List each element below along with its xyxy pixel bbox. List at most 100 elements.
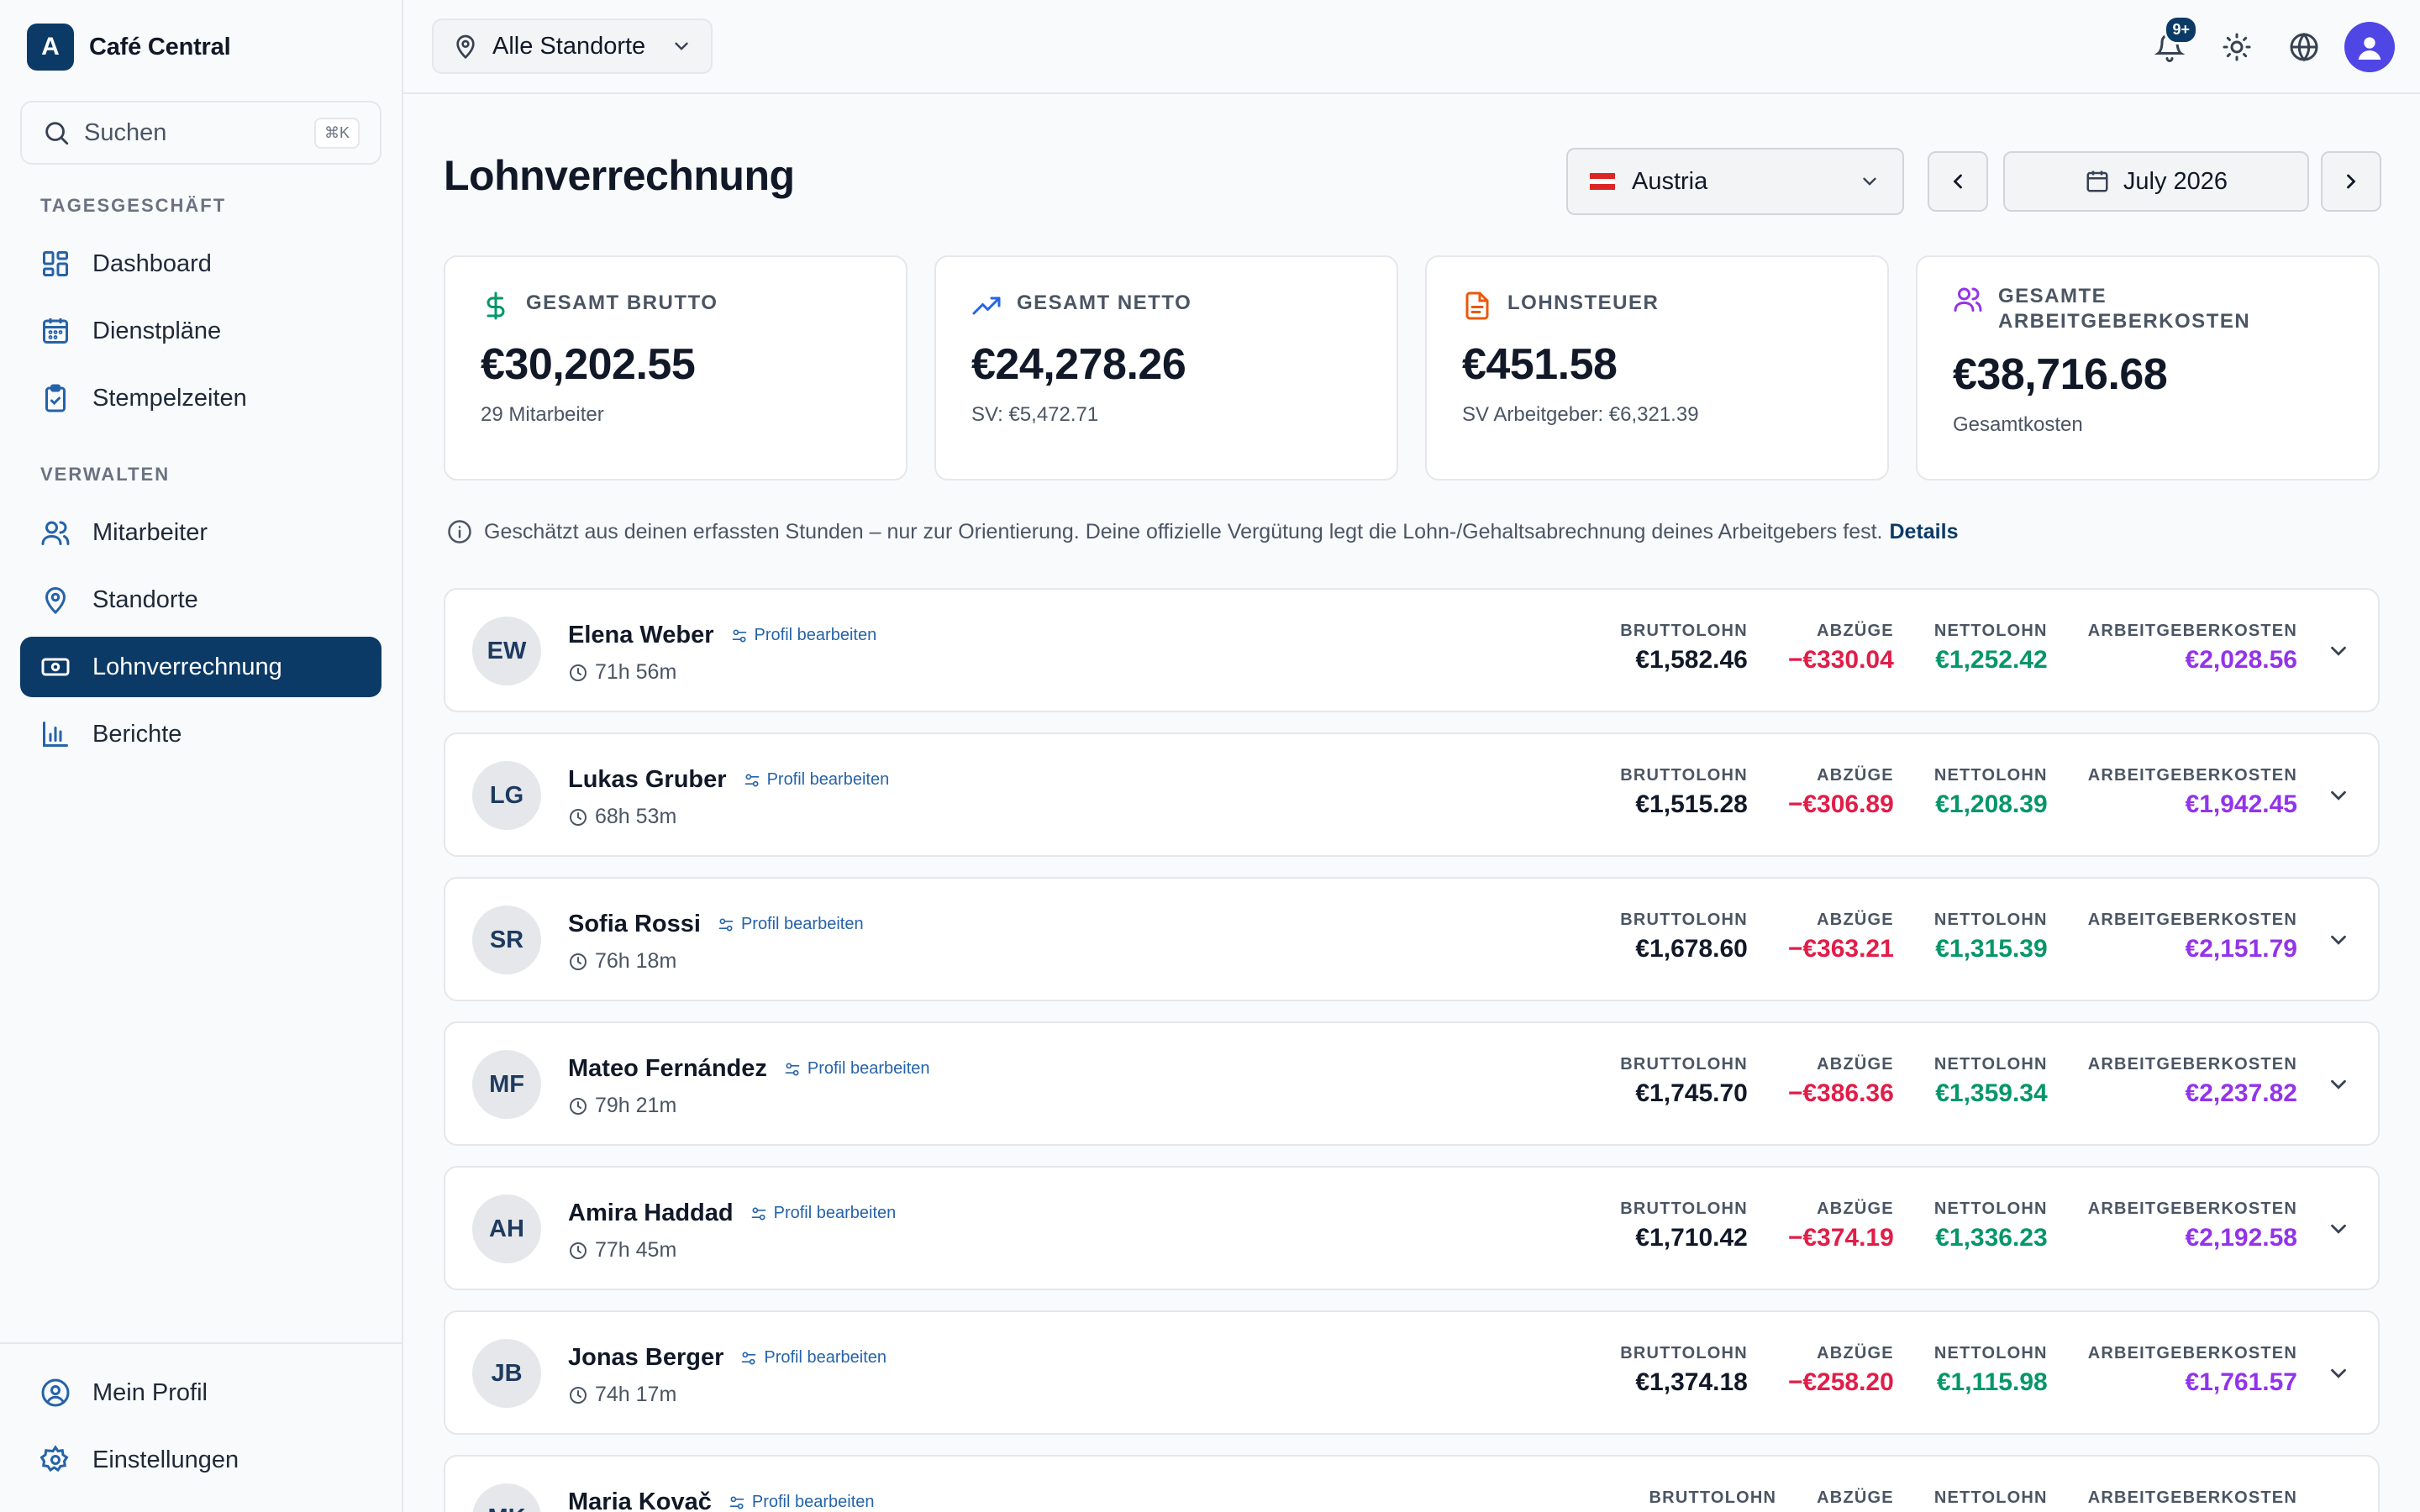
sidebar-item-lohnverrechnung[interactable]: Lohnverrechnung xyxy=(20,637,381,697)
sidebar-item-berichte[interactable]: Berichte xyxy=(20,704,381,764)
employer-cost-header: ARBEITGEBERKOSTEN xyxy=(2087,622,2297,640)
user-icon xyxy=(2358,37,2381,60)
employee-name-line: Maria Kovač Profil bearbeiten xyxy=(568,1488,875,1512)
chevron-down-icon[interactable] xyxy=(2326,638,2351,664)
employee-name-line: Elena Weber Profil bearbeiten xyxy=(568,622,876,649)
next-month-button[interactable] xyxy=(2321,151,2381,212)
stat-card-employer-cost: GESAMTE ARBEITGEBERKOSTEN €38,716.68 Gesa… xyxy=(1916,255,2380,480)
estimate-notice: Geschätzt aus deinen erfassten Stunden –… xyxy=(447,519,1958,544)
employee-hours-value: 74h 17m xyxy=(595,1383,677,1406)
gross-value: €1,710.42 xyxy=(1635,1224,1748,1252)
employee-hours-value: 68h 53m xyxy=(595,805,677,828)
net-column: NETTOLOHN €1,315.39 xyxy=(1934,911,2048,963)
search-input[interactable]: Suchen ⌘K xyxy=(20,101,381,165)
section-label-manage: VERWALTEN xyxy=(40,464,171,485)
sliders-icon xyxy=(785,1063,800,1075)
pay-columns: BRUTTOLOHN €1,710.42 ABZÜGE −€374.19 NETTOLO… xyxy=(1580,1200,2297,1252)
net-column: NETTOLOHN €1,336.23 xyxy=(1934,1200,2048,1252)
location-select[interactable]: Alle Standorte xyxy=(432,18,713,74)
chevron-down-icon[interactable] xyxy=(2326,783,2351,808)
gross-column: BRUTTOLOHN €1,710.42 xyxy=(1620,1200,1748,1252)
sidebar-item-dienstplaene[interactable]: Dienstpläne xyxy=(20,301,381,361)
gross-column: BRUTTOLOHN €1,582.46 xyxy=(1620,622,1748,675)
sidebar-item-standorte[interactable]: Standorte xyxy=(20,570,381,630)
stat-value: €451.58 xyxy=(1462,340,1618,389)
chevron-down-icon[interactable] xyxy=(2326,927,2351,953)
employee-row[interactable]: AH Amira Haddad Profil bearbeiten 77h 45m BR… xyxy=(444,1166,2380,1290)
month-picker[interactable]: July 2026 xyxy=(2003,151,2309,212)
users-icon xyxy=(1954,287,1982,312)
chevron-down-icon[interactable] xyxy=(2326,1505,2351,1512)
topbar-actions: 9+ xyxy=(2129,15,2395,74)
employee-name: Sofia Rossi xyxy=(568,911,701,937)
austria-flag-icon xyxy=(1590,173,1615,191)
theme-toggle-button[interactable] xyxy=(2210,20,2264,74)
employee-avatar: MK xyxy=(472,1483,541,1512)
employee-row[interactable]: JB Jonas Berger Profil bearbeiten 74h 17m BR… xyxy=(444,1310,2380,1435)
employer-cost-value: €2,237.82 xyxy=(2185,1079,2297,1107)
file-text-icon xyxy=(1465,291,1489,320)
deductions-value: −€374.19 xyxy=(1787,1224,1894,1252)
edit-profile-link[interactable]: Profil bearbeiten xyxy=(744,770,889,790)
brand[interactable]: A Café Central xyxy=(27,24,231,71)
stat-label: GESAMTE ARBEITGEBERKOSTEN xyxy=(1998,284,2250,334)
employee-row[interactable]: MF Mateo Fernández Profil bearbeiten 79h 21… xyxy=(444,1021,2380,1146)
net-column: NETTOLOHN €1,115.98 xyxy=(1934,1344,2048,1397)
dollar-icon xyxy=(487,291,505,320)
net-value: €1,115.98 xyxy=(1936,1368,2048,1396)
sliders-icon xyxy=(751,1207,765,1220)
sidebar-item-dashboard[interactable]: Dashboard xyxy=(20,234,381,294)
employee-avatar: JB xyxy=(472,1339,541,1408)
sidebar-item-label: Dienstpläne xyxy=(92,317,222,344)
employer-cost-value: €1,942.45 xyxy=(2185,790,2297,818)
employee-row[interactable]: LG Lukas Gruber Profil bearbeiten 68h 53m BR… xyxy=(444,732,2380,857)
employee-name-line: Jonas Berger Profil bearbeiten xyxy=(568,1344,886,1372)
sidebar-item-mitarbeiter[interactable]: Mitarbeiter xyxy=(20,502,381,563)
chevron-down-icon[interactable] xyxy=(2326,1361,2351,1386)
deductions-header: ABZÜGE xyxy=(1817,1344,1894,1362)
country-select[interactable]: Austria xyxy=(1566,148,1904,215)
stat-card-tax: LOHNSTEUER €451.58 SV Arbeitgeber: €6,32… xyxy=(1425,255,1889,480)
edit-profile-link[interactable]: Profil bearbeiten xyxy=(740,1348,886,1368)
employer-cost-column: ARBEITGEBERKOSTEN xyxy=(2088,1488,2297,1512)
edit-profile-link[interactable]: Profil bearbeiten xyxy=(729,1493,875,1512)
edit-profile-link[interactable]: Profil bearbeiten xyxy=(731,626,876,645)
chevron-down-icon[interactable] xyxy=(2326,1072,2351,1097)
employee-hours: 76h 18m xyxy=(568,949,676,974)
gross-value: €1,374.18 xyxy=(1635,1368,1748,1396)
language-button[interactable] xyxy=(2277,20,2331,74)
stat-card-gross: GESAMT BRUTTO €30,202.55 29 Mitarbeiter xyxy=(444,255,908,480)
net-column: NETTOLOHN xyxy=(1934,1488,2048,1512)
employer-cost-value: €2,028.56 xyxy=(2185,646,2297,674)
notifications-button[interactable]: 9+ xyxy=(2143,15,2198,74)
edit-profile-link[interactable]: Profil bearbeiten xyxy=(784,1059,930,1079)
user-avatar[interactable] xyxy=(2344,22,2395,72)
deductions-header: ABZÜGE xyxy=(1817,1200,1894,1218)
deductions-column: ABZÜGE −€374.19 xyxy=(1788,1200,1894,1252)
gross-column: BRUTTOLOHN €1,374.18 xyxy=(1620,1344,1748,1397)
chevron-down-icon[interactable] xyxy=(2326,1216,2351,1242)
sidebar-item-stempelzeiten[interactable]: Stempelzeiten xyxy=(20,368,381,428)
sidebar-item-mein-profil[interactable]: Mein Profil xyxy=(20,1362,381,1423)
details-link[interactable]: Details xyxy=(1890,520,1959,544)
employee-hours-value: 76h 18m xyxy=(595,949,677,973)
gross-header: BRUTTOLOHN xyxy=(1620,1344,1748,1362)
prev-month-button[interactable] xyxy=(1928,151,1988,212)
sidebar-item-label: Dashboard xyxy=(92,249,212,277)
clock-icon xyxy=(570,1097,587,1115)
sidebar-item-einstellungen[interactable]: Einstellungen xyxy=(20,1430,381,1490)
map-pin-icon xyxy=(456,34,475,60)
pay-columns: BRUTTOLOHN €1,582.46 ABZÜGE −€330.04 NETTOLO… xyxy=(1580,622,2297,675)
employee-row[interactable]: MK Maria Kovač Profil bearbeiten BRUTTOLOHN… xyxy=(444,1455,2380,1512)
stat-card-net: GESAMT NETTO €24,278.26 SV: €5,472.71 xyxy=(934,255,1398,480)
deductions-header: ABZÜGE xyxy=(1817,766,1894,785)
employee-row[interactable]: SR Sofia Rossi Profil bearbeiten 76h 18m BRU… xyxy=(444,877,2380,1001)
employer-cost-column: ARBEITGEBERKOSTEN €1,761.57 xyxy=(2088,1344,2297,1397)
employee-row[interactable]: EW Elena Weber Profil bearbeiten 71h 56m BRU… xyxy=(444,588,2380,712)
edit-profile-link[interactable]: Profil bearbeiten xyxy=(718,915,864,934)
employee-hours: 71h 56m xyxy=(568,660,676,685)
gross-header: BRUTTOLOHN xyxy=(1620,1055,1748,1074)
employee-name-line: Lukas Gruber Profil bearbeiten xyxy=(568,766,889,794)
edit-profile-link[interactable]: Profil bearbeiten xyxy=(750,1204,896,1223)
employee-avatar: AH xyxy=(472,1194,541,1263)
